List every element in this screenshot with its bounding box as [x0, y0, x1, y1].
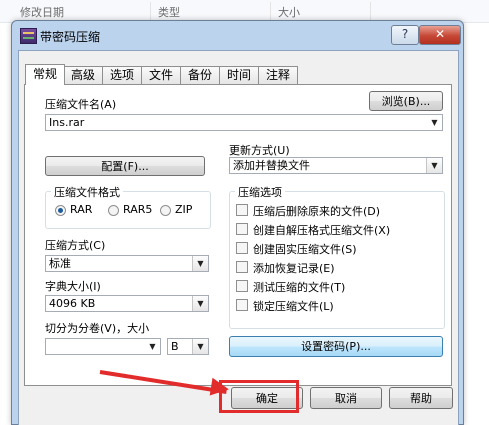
split-unit-select[interactable]: B ▼ [167, 338, 209, 355]
chevron-down-icon[interactable]: ▼ [145, 339, 160, 354]
checkbox-create-sfx[interactable] [236, 223, 248, 235]
column-divider [150, 2, 151, 20]
compression-method-label: 压缩方式(C) [45, 239, 106, 252]
column-type[interactable]: 类型 [158, 4, 180, 20]
tab-options[interactable]: 选项 [102, 66, 142, 84]
dialog-title: 带密码压缩 [40, 30, 101, 44]
option-solid-archive-label: 创建固实压缩文件(S) [253, 243, 357, 256]
radio-rar[interactable] [55, 205, 66, 216]
radio-rar-label: RAR [70, 203, 93, 216]
title-bar[interactable]: 带密码压缩 ? ✕ [12, 21, 463, 49]
archive-name-field[interactable]: Ins.rar ▼ [45, 114, 443, 131]
checkbox-solid-archive[interactable] [236, 242, 248, 254]
option-lock-archive-label: 锁定压缩文件(L) [253, 300, 334, 313]
help-icon[interactable]: ? [391, 25, 419, 45]
general-tab-panel: 压缩文件名(A) 浏览(B)... Ins.rar ▼ 更新方式(U) 添加并替… [24, 84, 452, 386]
update-mode-label: 更新方式(U) [229, 144, 290, 157]
archiving-options-title: 压缩选项 [235, 184, 285, 200]
chevron-down-icon[interactable]: ▼ [426, 158, 442, 173]
chevron-down-icon[interactable]: ▼ [192, 256, 208, 271]
update-mode-select[interactable]: 添加并替换文件 ▼ [229, 157, 443, 174]
close-icon[interactable]: ✕ [419, 25, 461, 45]
checkbox-test-files[interactable] [236, 280, 248, 292]
split-volumes-label: 切分为分卷(V)，大小 [45, 322, 150, 335]
tab-advanced[interactable]: 高级 [63, 66, 103, 84]
column-size[interactable]: 大小 [278, 4, 300, 20]
archive-dialog: 带密码压缩 ? ✕ 常规 高级 选项 文件 备份 时间 注释 压缩文件名(A) … [11, 20, 464, 425]
chevron-down-icon[interactable]: ▼ [192, 296, 208, 311]
option-delete-after-label: 压缩后删除原来的文件(D) [253, 205, 381, 218]
radio-zip-label: ZIP [175, 203, 193, 216]
chevron-down-icon[interactable]: ▼ [427, 115, 442, 130]
checkbox-recovery-record[interactable] [236, 261, 248, 273]
split-unit-value: B [171, 340, 179, 353]
archive-format-title: 压缩文件格式 [51, 184, 123, 200]
help-button[interactable]: 帮助 [389, 387, 453, 409]
compression-method-select[interactable]: 标准 ▼ [45, 255, 209, 272]
radio-rar5[interactable] [108, 205, 119, 216]
tab-time[interactable]: 时间 [219, 66, 259, 84]
archive-name-value: Ins.rar [49, 116, 85, 129]
radio-zip[interactable] [160, 205, 171, 216]
update-mode-value: 添加并替换文件 [233, 159, 310, 172]
dialog-client-area: 常规 高级 选项 文件 备份 时间 注释 压缩文件名(A) 浏览(B)... I… [18, 50, 459, 425]
option-create-sfx-label: 创建自解压格式压缩文件(X) [253, 224, 391, 237]
tab-comment[interactable]: 注释 [258, 66, 298, 84]
tab-files[interactable]: 文件 [141, 66, 181, 84]
radio-rar5-label: RAR5 [123, 203, 153, 216]
annotation-highlight-box [219, 380, 299, 413]
archiving-options-group: 压缩选项 压缩后删除原来的文件(D) 创建自解压格式压缩文件(X) 创建固实压缩… [229, 184, 445, 329]
winrar-app-icon [20, 28, 37, 44]
column-divider [270, 2, 271, 20]
column-divider [370, 2, 371, 20]
tab-general[interactable]: 常规 [25, 64, 65, 85]
dictionary-size-label: 字典大小(I) [45, 280, 101, 293]
archive-format-group: 压缩文件格式 RAR RAR5 ZIP [45, 184, 211, 229]
archive-name-label: 压缩文件名(A) [45, 98, 117, 111]
dictionary-size-select[interactable]: 4096 KB ▼ [45, 295, 209, 312]
browse-button[interactable]: 浏览(B)... [369, 91, 443, 111]
chevron-down-icon[interactable]: ▼ [192, 339, 208, 354]
dictionary-size-value: 4096 KB [49, 297, 96, 310]
tab-backup[interactable]: 备份 [180, 66, 220, 84]
checkbox-lock-archive[interactable] [236, 299, 248, 311]
column-modified-date[interactable]: 修改日期 [20, 4, 64, 20]
option-recovery-record-label: 添加恢复记录(E) [253, 262, 335, 275]
profiles-button[interactable]: 配置(F)... [45, 156, 205, 176]
set-password-button[interactable]: 设置密码(P)... [229, 336, 443, 357]
cancel-button[interactable]: 取消 [310, 387, 382, 409]
checkbox-delete-after[interactable] [236, 204, 248, 216]
compression-method-value: 标准 [49, 257, 71, 270]
option-test-files-label: 测试压缩的文件(T) [253, 281, 346, 294]
split-size-input[interactable]: ▼ [45, 338, 161, 355]
